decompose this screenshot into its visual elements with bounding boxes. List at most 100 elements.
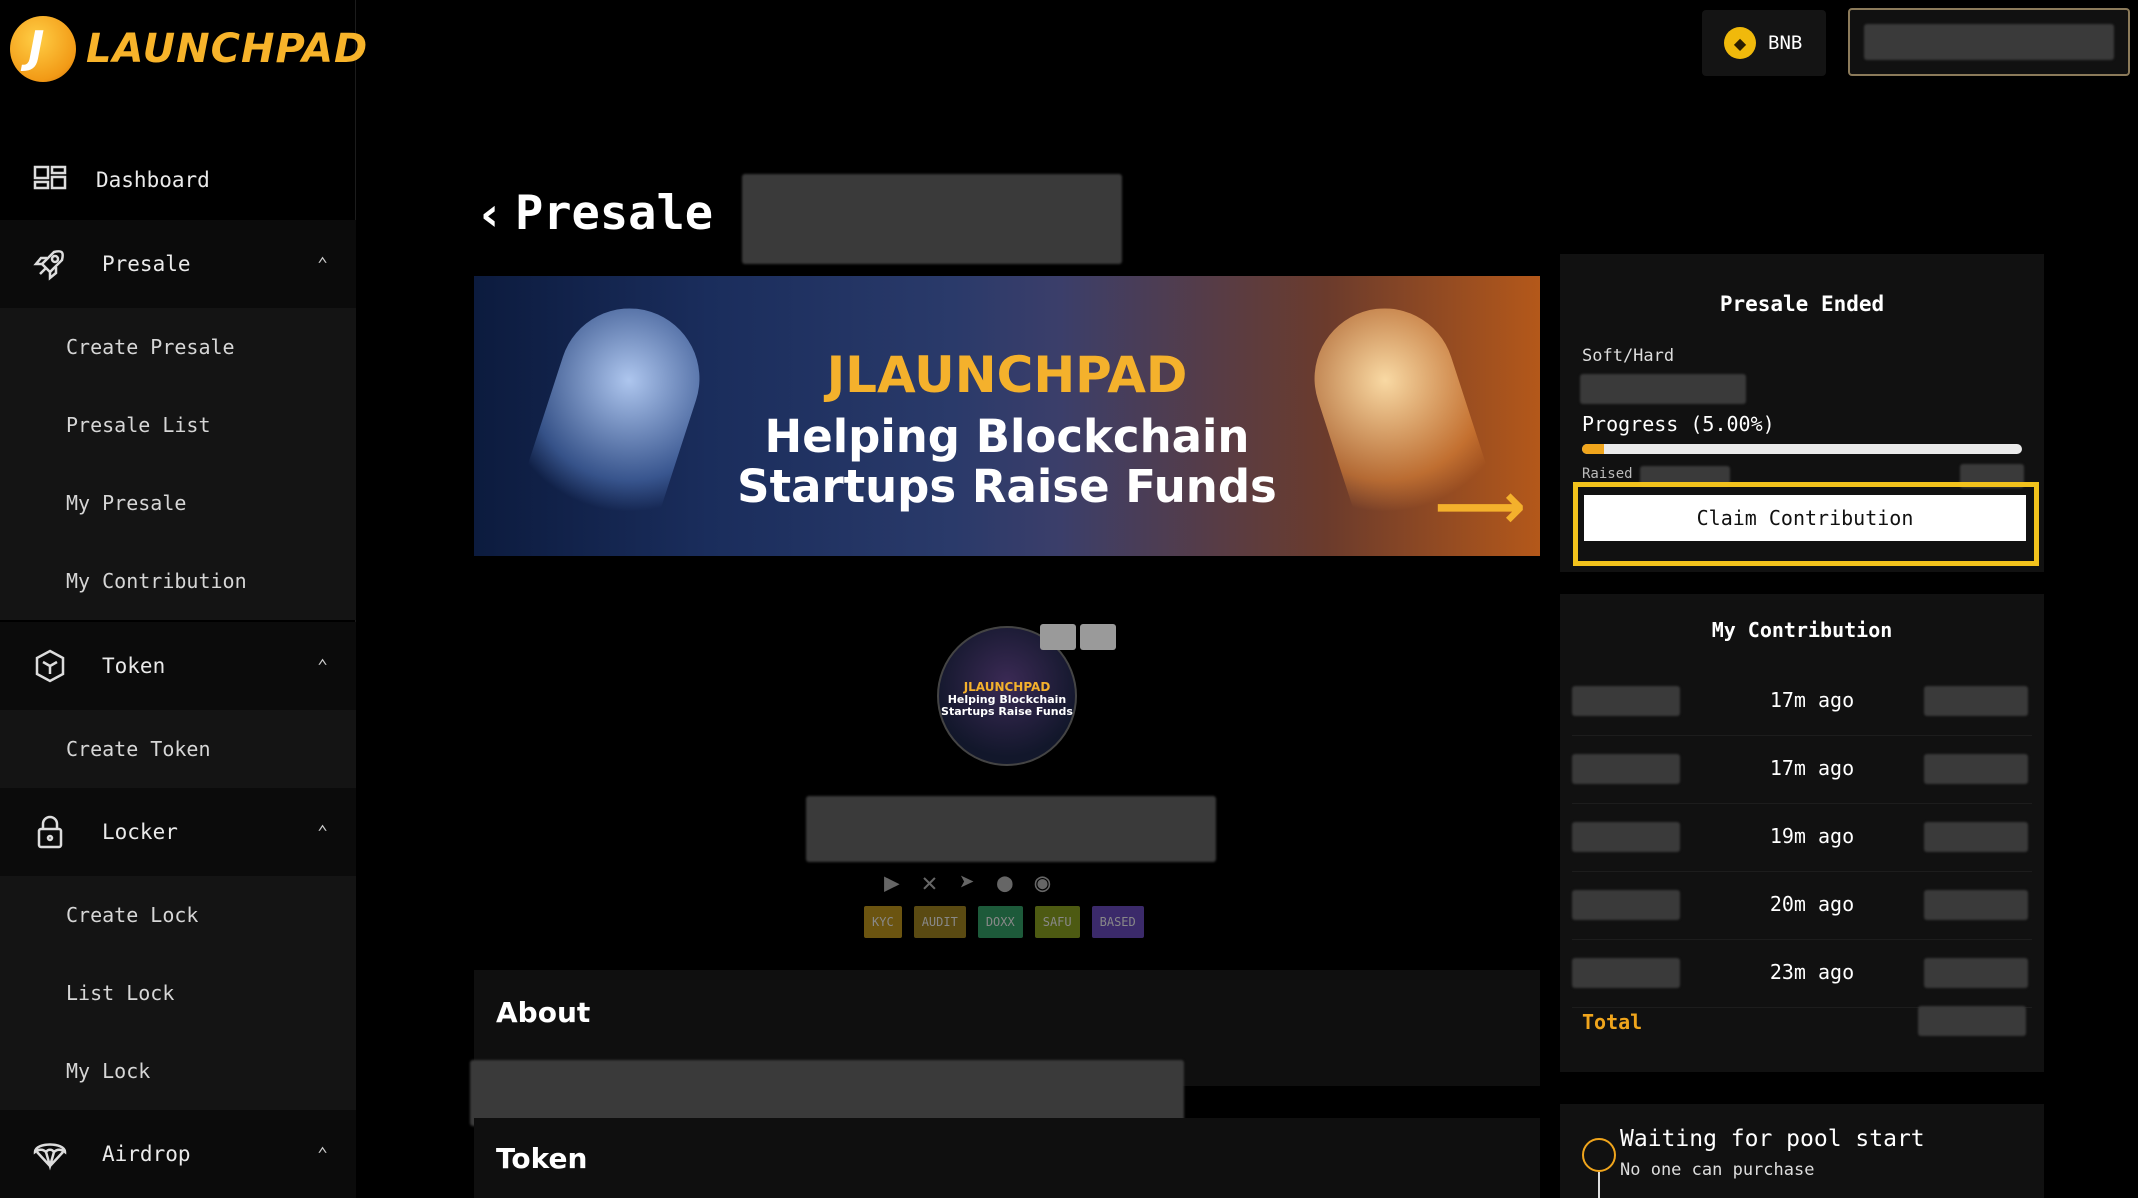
redacted-softhard-value	[1580, 374, 1746, 404]
sidebar-item-my-presale[interactable]: My Presale	[0, 464, 356, 542]
discord-icon[interactable]: ◉	[1035, 868, 1051, 898]
chevron-up-icon: ⌃	[317, 1143, 328, 1165]
claim-contribution-button[interactable]: Claim Contribution	[1584, 495, 2026, 541]
redacted-about-text	[470, 1060, 1184, 1126]
sidebar-item-locker[interactable]: Locker ⌃	[0, 788, 356, 876]
total-label: Total	[1582, 1010, 1643, 1034]
redacted-project-name	[742, 174, 1122, 264]
page-header: ‹ Presale	[480, 186, 713, 241]
presale-banner: JLAUNCHPAD Helping Blockchain Startups R…	[474, 276, 1540, 556]
sidebar-item-presale[interactable]: Presale ⌃	[0, 220, 356, 308]
token-heading: Token	[496, 1142, 588, 1175]
chevron-up-icon: ⌃	[317, 655, 328, 677]
contribution-row: 17m ago	[1572, 668, 2032, 736]
contribution-time: 17m ago	[1769, 756, 1855, 780]
contribution-time: 19m ago	[1769, 824, 1855, 848]
contribution-row: 19m ago	[1572, 804, 2032, 872]
tag-badge: BASED	[1091, 906, 1144, 938]
token-submenu: Create Token	[0, 710, 356, 788]
sidebar-item-my-contribution[interactable]: My Contribution	[0, 542, 356, 620]
redacted-amount	[1572, 890, 1680, 920]
softhard-label: Soft/Hard	[1582, 346, 1675, 366]
brand-logo[interactable]: J LAUNCHPAD	[10, 14, 368, 84]
project-badges	[1040, 624, 1116, 650]
crown-icon	[1040, 624, 1076, 650]
redacted-tx	[1924, 822, 2028, 852]
pool-status-title: Waiting for pool start	[1620, 1126, 1925, 1152]
sidebar-item-token[interactable]: Token ⌃	[0, 622, 356, 710]
network-selector-button[interactable]: ◆ BNB	[1702, 10, 1826, 76]
redacted-amount	[1572, 822, 1680, 852]
sidebar-item-presale-list[interactable]: Presale List	[0, 386, 356, 464]
sidebar-item-label: Airdrop	[102, 1142, 191, 1166]
sidebar-item-list-lock[interactable]: List Lock	[0, 954, 356, 1032]
bnb-coin-icon: ◆	[1724, 27, 1756, 59]
redacted-tx	[1924, 958, 2028, 988]
redacted-tx	[1924, 754, 2028, 784]
redacted-amount	[1572, 686, 1680, 716]
redacted-amount	[1572, 754, 1680, 784]
redacted-tx	[1924, 686, 2028, 716]
raised-label: Raised	[1582, 466, 1633, 482]
sidebar-item-create-lock[interactable]: Create Lock	[0, 876, 356, 954]
redacted-amount	[1572, 958, 1680, 988]
contribution-time: 17m ago	[1769, 688, 1855, 712]
project-tags: KYC AUDIT DOXX SAFU BASED	[864, 906, 1144, 938]
network-label: BNB	[1768, 32, 1803, 54]
contribution-row: 23m ago	[1572, 940, 2032, 1008]
tag-badge: KYC	[864, 906, 902, 938]
my-contribution-title: My Contribution	[1711, 618, 1893, 642]
my-contribution-panel: My Contribution 17m ago 17m ago 19m ago 20m…	[1560, 594, 2044, 1072]
github-icon[interactable]: ●	[997, 868, 1013, 898]
sidebar-item-create-presale[interactable]: Create Presale	[0, 308, 356, 386]
arrow-right-icon: ⟶	[1434, 470, 1526, 544]
page-title: Presale	[514, 186, 714, 241]
banner-brand: JLAUNCHPAD	[826, 346, 1188, 404]
tag-badge: AUDIT	[913, 906, 966, 938]
progress-label: Progress (5.00%)	[1582, 412, 1775, 436]
tag-badge: SAFU	[1034, 906, 1080, 938]
status-circle-icon	[1582, 1138, 1616, 1172]
progress-bar-fill	[1582, 444, 1604, 454]
logo-mark-icon: J	[10, 16, 76, 82]
banner-tagline: Helping Blockchain Startups Raise Funds	[737, 410, 1277, 513]
brand-name: LAUNCHPAD	[86, 26, 369, 72]
tag-badge: DOXX	[977, 906, 1023, 938]
chevron-up-icon: ⌃	[317, 821, 328, 843]
presale-submenu: Create Presale Presale List My Presale M…	[0, 308, 356, 620]
youtube-icon[interactable]: ▶	[884, 868, 900, 898]
locker-submenu: Create Lock List Lock My Lock	[0, 876, 356, 1110]
presale-status-title: Presale Ended	[1719, 292, 1885, 316]
chevron-up-icon: ⌃	[317, 253, 328, 275]
sidebar-item-label: Dashboard	[96, 168, 210, 192]
sidebar-item-label: Locker	[102, 820, 178, 844]
sidebar-item-my-lock[interactable]: My Lock	[0, 1032, 356, 1110]
contribution-row: 17m ago	[1572, 736, 2032, 804]
redacted-project-title	[806, 796, 1216, 862]
sidebar-item-airdrop[interactable]: Airdrop ⌃	[0, 1110, 356, 1198]
airdrop-parachute-icon	[33, 1143, 67, 1171]
back-chevron-icon[interactable]: ‹	[480, 187, 499, 241]
pool-status-subtitle: No one can purchase	[1620, 1160, 1815, 1180]
dashboard-icon	[33, 165, 67, 190]
presale-status-panel: Presale Ended Soft/Hard Progress (5.00%)…	[1560, 254, 2044, 572]
token-cube-icon	[35, 649, 65, 683]
token-section: Token	[474, 1118, 1540, 1198]
sidebar-item-create-token[interactable]: Create Token	[0, 710, 356, 788]
telegram-icon[interactable]: ➤	[959, 868, 975, 898]
sidebar: J LAUNCHPAD Dashboard Presale ⌃ Create P…	[0, 0, 367, 1198]
rocket-icon	[33, 250, 64, 281]
contribution-row: 20m ago	[1572, 872, 2032, 940]
redacted-wallet-address	[1864, 24, 2114, 60]
contribution-time: 20m ago	[1769, 892, 1855, 916]
claim-highlight-box: Claim Contribution	[1573, 482, 2039, 566]
sidebar-item-label: Presale	[102, 252, 191, 276]
sidebar-item-dashboard[interactable]: Dashboard	[0, 136, 356, 224]
timeline-line	[1598, 1172, 1600, 1198]
wallet-address-button[interactable]	[1848, 8, 2130, 76]
redacted-total-value	[1918, 1006, 2026, 1036]
about-heading: About	[496, 996, 591, 1029]
social-links: ▶ ✕ ➤ ● ◉	[884, 868, 1050, 898]
clock-icon	[1080, 624, 1116, 650]
x-twitter-icon[interactable]: ✕	[922, 868, 938, 898]
